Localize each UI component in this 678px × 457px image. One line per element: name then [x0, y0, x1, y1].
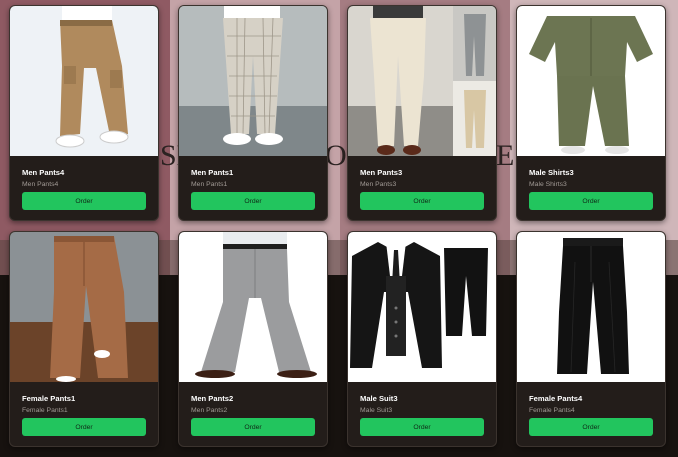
- product-image: [348, 6, 496, 156]
- product-card: Female Pants1 Female Pants1 Order: [9, 231, 159, 447]
- order-button[interactable]: Order: [360, 418, 484, 436]
- product-image: [10, 6, 158, 156]
- product-title: Men Pants3: [360, 168, 403, 177]
- grey-flared-trousers-photo: [179, 232, 327, 382]
- order-button[interactable]: Order: [191, 192, 315, 210]
- order-button[interactable]: Order: [191, 418, 315, 436]
- product-card: Male Shirts3 Male Shirts3 Order: [516, 5, 666, 221]
- black-wide-leg-pants-photo: [517, 232, 665, 382]
- product-title: Men Pants2: [191, 394, 234, 403]
- product-card: Female Pants4 Female Pants4 Order: [516, 231, 666, 447]
- product-title: Female Pants4: [529, 394, 583, 403]
- olive-shirt-set-photo: [517, 6, 665, 156]
- product-subtitle: Men Pants4: [22, 181, 59, 188]
- product-title: Male Shirts3: [529, 168, 574, 177]
- order-button[interactable]: Order: [529, 192, 653, 210]
- product-image: [10, 232, 158, 382]
- product-grid: Men Pants4 Men Pants4 Order Men Pants1 M…: [0, 0, 678, 457]
- order-button[interactable]: Order: [22, 192, 146, 210]
- product-subtitle: Men Pants2: [191, 407, 228, 414]
- product-image: [517, 232, 665, 382]
- product-card: Men Pants3 Men Pants3 Order: [347, 5, 497, 221]
- beige-dress-pants-collage-photo: [348, 6, 496, 156]
- product-title: Female Pants1: [22, 394, 76, 403]
- product-subtitle: Male Shirts3: [529, 181, 567, 188]
- product-image: [179, 6, 327, 156]
- brown-wide-leg-pants-photo: [10, 232, 158, 382]
- product-image: [348, 232, 496, 382]
- product-card: Men Pants2 Men Pants2 Order: [178, 231, 328, 447]
- order-button[interactable]: Order: [22, 418, 146, 436]
- product-image: [517, 6, 665, 156]
- product-card: Male Suit3 Male Suit3 Order: [347, 231, 497, 447]
- product-title: Men Pants4: [22, 168, 65, 177]
- product-subtitle: Men Pants1: [191, 181, 228, 188]
- product-subtitle: Men Pants3: [360, 181, 397, 188]
- plaid-trousers-photo: [179, 6, 327, 156]
- order-button[interactable]: Order: [360, 192, 484, 210]
- product-subtitle: Male Suit3: [360, 407, 393, 414]
- khaki-cargo-pants-photo: [10, 6, 158, 156]
- product-card: Men Pants1 Men Pants1 Order: [178, 5, 328, 221]
- product-title: Men Pants1: [191, 168, 234, 177]
- product-card: Men Pants4 Men Pants4 Order: [9, 5, 159, 221]
- product-image: [179, 232, 327, 382]
- product-subtitle: Female Pants1: [22, 407, 68, 414]
- order-button[interactable]: Order: [529, 418, 653, 436]
- product-title: Male Suit3: [360, 394, 398, 403]
- black-three-piece-suit-photo: [348, 232, 496, 382]
- product-subtitle: Female Pants4: [529, 407, 575, 414]
